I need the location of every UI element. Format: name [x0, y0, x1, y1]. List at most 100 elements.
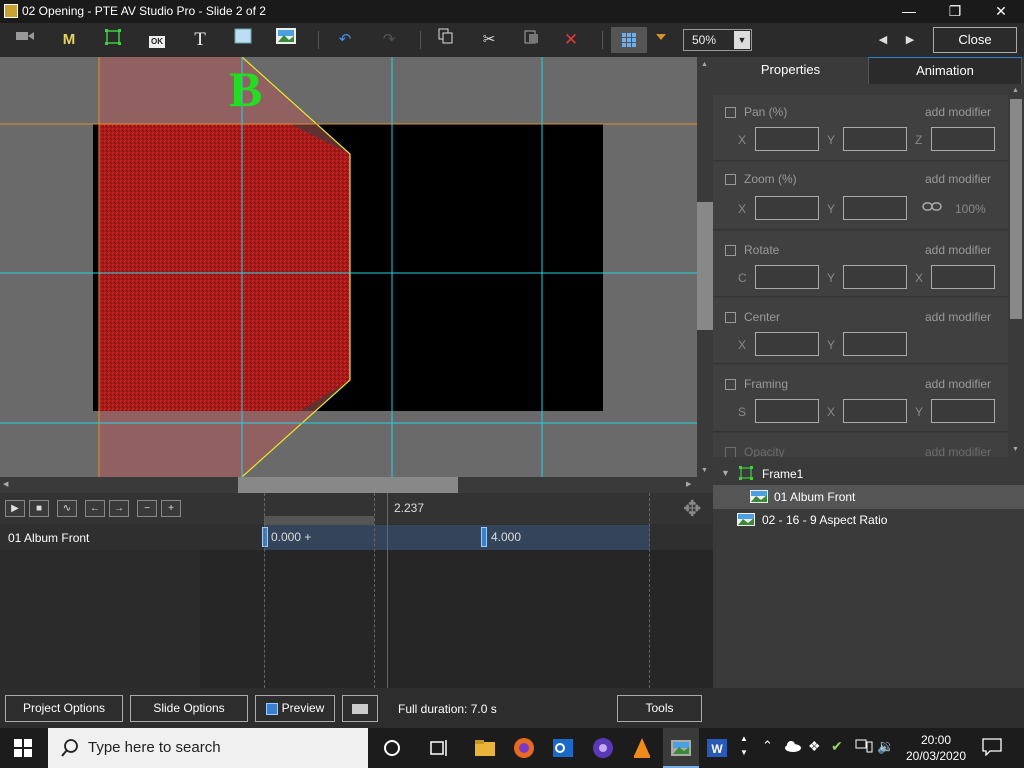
- rotate-add-modifier[interactable]: add modifier: [925, 243, 991, 257]
- center-x-field[interactable]: [755, 332, 819, 356]
- panel-scrollbar[interactable]: ▲ ▼: [1008, 85, 1024, 457]
- slide-list-button[interactable]: [342, 695, 378, 722]
- playhead[interactable]: [387, 493, 388, 688]
- canvas-vertical-scrollbar[interactable]: ▲ ▼: [697, 57, 713, 477]
- tab-animation[interactable]: Animation: [868, 57, 1022, 84]
- copy-icon[interactable]: [433, 28, 459, 52]
- network-icon[interactable]: [855, 738, 873, 757]
- scroll-down-icon[interactable]: ▼: [701, 467, 708, 474]
- pan-checkbox[interactable]: [725, 107, 736, 118]
- tools-button[interactable]: Tools: [617, 695, 702, 722]
- rotate-checkbox[interactable]: [725, 245, 736, 256]
- move-icon[interactable]: ✥: [683, 498, 701, 520]
- framing-s-field[interactable]: [755, 399, 819, 423]
- vlc-icon[interactable]: [630, 736, 654, 760]
- framing-y-field[interactable]: [931, 399, 995, 423]
- scroll-thumb[interactable]: [238, 477, 458, 493]
- canvas-horizontal-scrollbar[interactable]: ◀ ▶: [0, 477, 697, 493]
- scroll-thumb[interactable]: [1010, 99, 1022, 319]
- app-purple-icon[interactable]: [591, 736, 615, 760]
- frame-tool-icon[interactable]: [100, 28, 126, 52]
- framing-add-modifier[interactable]: add modifier: [925, 377, 991, 391]
- delete-icon[interactable]: ✕: [558, 28, 584, 52]
- mask-tool-button[interactable]: M: [56, 28, 82, 52]
- close-window-button[interactable]: ✕: [978, 0, 1024, 23]
- rectangle-tool-icon[interactable]: [230, 28, 256, 52]
- opacity-checkbox[interactable]: [725, 447, 736, 457]
- preview-button[interactable]: Preview: [255, 695, 335, 722]
- rotate-c-field[interactable]: [755, 265, 819, 289]
- dropbox-icon[interactable]: ❖: [808, 738, 821, 755]
- scroll-up-icon[interactable]: ▲: [701, 61, 708, 68]
- onedrive-icon[interactable]: [784, 740, 802, 755]
- close-button[interactable]: Close: [933, 27, 1017, 53]
- taskbar-clock[interactable]: 20:00 20/03/2020: [896, 732, 976, 764]
- tree-item-album-front[interactable]: 01 Album Front: [774, 490, 855, 504]
- framing-x-field[interactable]: [843, 399, 907, 423]
- file-explorer-icon[interactable]: [473, 736, 497, 760]
- task-view-icon[interactable]: [428, 736, 452, 760]
- chevron-down-icon[interactable]: ▼: [721, 468, 730, 478]
- rotate-x-field[interactable]: [931, 265, 995, 289]
- previous-slide-icon[interactable]: ◀: [870, 28, 896, 52]
- minimize-button[interactable]: —: [886, 0, 932, 23]
- windows-start-icon[interactable]: [14, 739, 32, 760]
- camera-icon[interactable]: [12, 28, 38, 52]
- plus-icon[interactable]: +: [161, 500, 181, 517]
- tab-properties[interactable]: Properties: [713, 57, 868, 83]
- grid-dropdown-icon[interactable]: [656, 34, 666, 40]
- scroll-down-icon[interactable]: ▼: [1012, 446, 1019, 453]
- paste-icon[interactable]: [518, 28, 544, 52]
- scroll-up-icon[interactable]: ▲: [1012, 87, 1019, 94]
- redo-icon[interactable]: ↷: [376, 28, 402, 52]
- center-y-field[interactable]: [843, 332, 907, 356]
- scroll-thumb[interactable]: [697, 202, 713, 330]
- text-tool-button[interactable]: T: [187, 28, 213, 52]
- zoom-checkbox[interactable]: [725, 174, 736, 185]
- slide-options-button[interactable]: Slide Options: [130, 695, 248, 722]
- scroll-right-icon[interactable]: ▶: [686, 480, 691, 488]
- track-clip[interactable]: [264, 525, 650, 550]
- taskbar-scroll-icon[interactable]: ▲ ▼: [740, 732, 748, 760]
- grid-toggle-button[interactable]: [611, 27, 647, 53]
- pte-taskbar-button[interactable]: [663, 728, 699, 768]
- word-icon[interactable]: W: [705, 736, 729, 760]
- image-tool-icon[interactable]: [273, 28, 299, 52]
- pan-x-field[interactable]: [755, 127, 819, 151]
- pan-add-modifier[interactable]: add modifier: [925, 105, 991, 119]
- zoom-add-modifier[interactable]: add modifier: [925, 172, 991, 186]
- chevron-down-icon[interactable]: ▼: [734, 31, 750, 49]
- minus-icon[interactable]: −: [137, 500, 157, 517]
- tree-item-frame1[interactable]: Frame1: [762, 467, 803, 481]
- keyframe-marker[interactable]: [262, 527, 268, 547]
- rotate-y-field[interactable]: [843, 265, 907, 289]
- button-tool-icon[interactable]: OK: [144, 28, 170, 52]
- slide-canvas[interactable]: B: [0, 57, 697, 477]
- taskbar-search[interactable]: Type here to search: [48, 728, 368, 768]
- chevron-up-icon[interactable]: ⌃: [762, 738, 773, 754]
- outlook-icon[interactable]: [551, 736, 575, 760]
- notification-icon[interactable]: [982, 738, 1002, 759]
- firefox-icon[interactable]: [512, 736, 536, 760]
- scroll-left-icon[interactable]: ◀: [3, 480, 8, 488]
- zoom-select[interactable]: 50% ▼: [683, 29, 752, 51]
- zoom-x-field[interactable]: [755, 196, 819, 220]
- cortana-icon[interactable]: [380, 736, 404, 760]
- project-options-button[interactable]: Project Options: [5, 695, 123, 722]
- link-icon[interactable]: [922, 201, 942, 216]
- keyframe-marker[interactable]: [481, 527, 487, 547]
- framing-checkbox[interactable]: [725, 379, 736, 390]
- arrow-right-icon[interactable]: →: [109, 500, 129, 517]
- opacity-add-modifier[interactable]: add modifier: [925, 445, 991, 457]
- tree-item-aspect-ratio[interactable]: 02 - 16 - 9 Aspect Ratio: [762, 513, 887, 527]
- play-icon[interactable]: ▶: [5, 500, 25, 517]
- volume-icon[interactable]: 🔉: [877, 738, 894, 755]
- arrow-left-icon[interactable]: ←: [85, 500, 105, 517]
- cut-icon[interactable]: ✂: [476, 28, 502, 52]
- zoom-y-field[interactable]: [843, 196, 907, 220]
- stop-icon[interactable]: ■: [29, 500, 49, 517]
- undo-icon[interactable]: ↶: [332, 28, 358, 52]
- pan-y-field[interactable]: [843, 127, 907, 151]
- sync-icon[interactable]: ✔: [831, 738, 843, 755]
- pan-z-field[interactable]: [931, 127, 995, 151]
